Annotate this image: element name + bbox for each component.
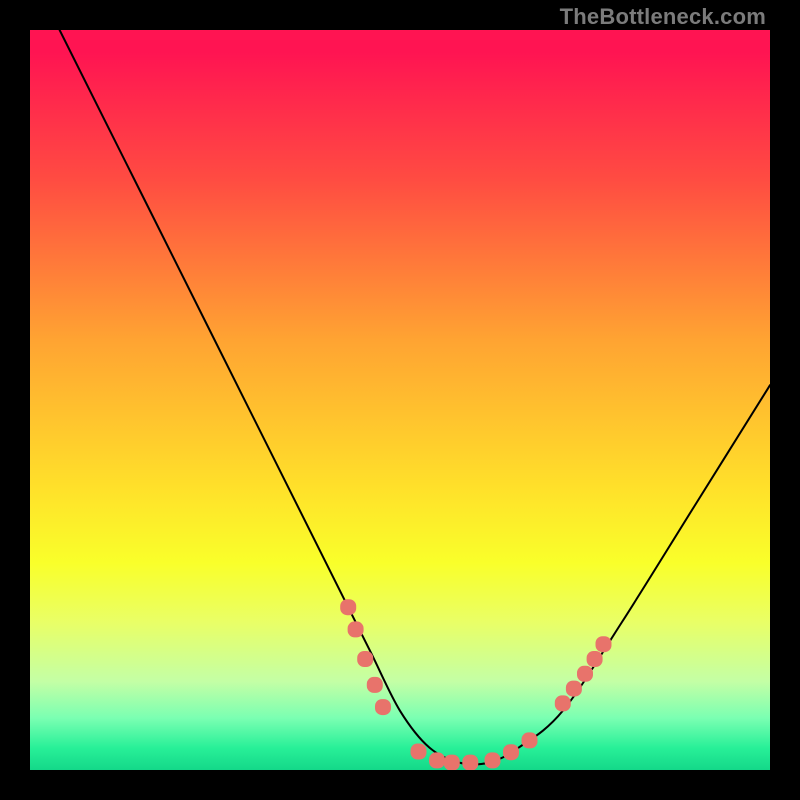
chart-marker-group (340, 599, 611, 770)
chart-svg (30, 30, 770, 770)
chart-marker (555, 695, 571, 711)
chart-marker (577, 666, 593, 682)
chart-marker (596, 636, 612, 652)
watermark-text: TheBottleneck.com (560, 4, 766, 30)
chart-marker (367, 677, 383, 693)
chart-marker (503, 744, 519, 760)
chart-marker (444, 755, 460, 770)
chart-marker (429, 752, 445, 768)
chart-marker (340, 599, 356, 615)
chart-plot-area (30, 30, 770, 770)
chart-marker (375, 699, 391, 715)
chart-marker (566, 681, 582, 697)
chart-marker (348, 621, 364, 637)
chart-marker (462, 755, 478, 770)
chart-curve (60, 30, 770, 764)
chart-marker (411, 744, 427, 760)
chart-marker (522, 732, 538, 748)
chart-frame: TheBottleneck.com (0, 0, 800, 800)
chart-marker (357, 651, 373, 667)
chart-marker (587, 651, 603, 667)
chart-marker (485, 752, 501, 768)
